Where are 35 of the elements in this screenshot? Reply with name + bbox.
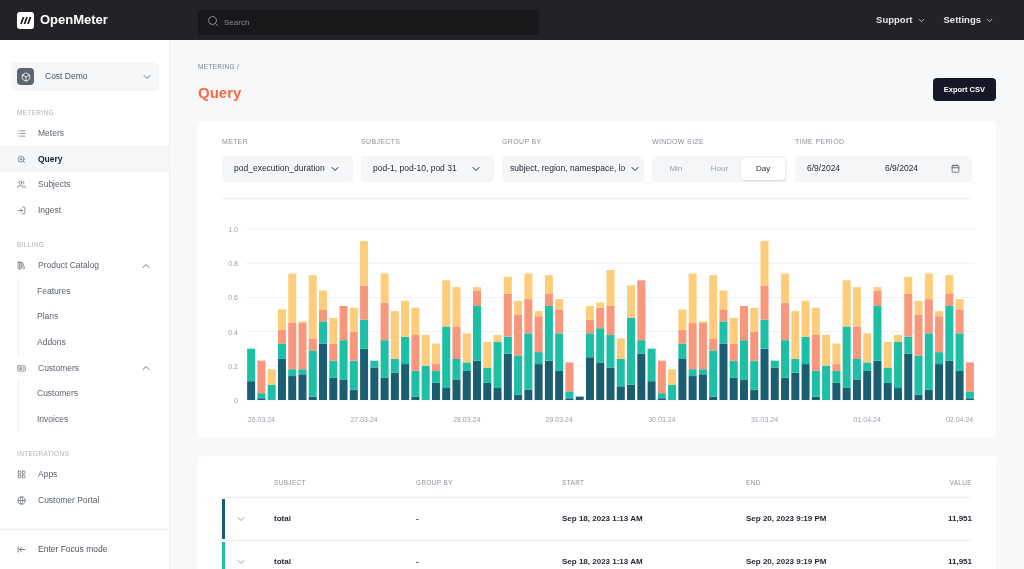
nav-item[interactable]: Customer Portal	[0, 487, 169, 513]
table-cell-text: -	[416, 512, 420, 525]
date-range-field[interactable]: 6/9/2024 6/9/2024	[795, 155, 972, 182]
table-cell-text: total	[274, 512, 292, 525]
nav-subitem[interactable]: Addons	[19, 329, 169, 356]
table-cell-text: Sep 20, 2023 9:19 PM	[746, 555, 828, 568]
logo-text: OpenMeter	[40, 11, 108, 30]
table-cell-text: -	[416, 555, 420, 568]
segment-option[interactable]: Day	[741, 157, 785, 180]
nav-subitem[interactable]: Features	[19, 278, 169, 305]
nav-item[interactable]: Ingest	[0, 197, 169, 224]
nav-subitem[interactable]: Customers	[19, 380, 169, 407]
menu-button[interactable]: Support	[876, 12, 926, 28]
dropdown[interactable]: pod_execution_duration	[222, 155, 353, 182]
dropdown[interactable]: subject, region, namespace, lo	[502, 155, 644, 182]
search-field[interactable]: Search	[198, 9, 539, 35]
nav-subitem[interactable]: Invoices	[19, 406, 169, 433]
dropdown[interactable]: pod-1, pod-10, pod 31	[361, 155, 494, 182]
nav-subitem[interactable]: Plans	[19, 304, 169, 330]
focus-mode-button[interactable]: Enter Focus mode	[0, 529, 169, 569]
table-cell-text: Sep 18, 2023 1:13 AM	[562, 555, 644, 568]
nav-item[interactable]: Customers	[0, 355, 169, 381]
table-cell-text: Sep 20, 2023 9:19 PM	[746, 512, 828, 525]
table-cell-text: 11,951	[946, 512, 972, 525]
nav-item[interactable]: Meters	[0, 120, 169, 147]
nav-item[interactable]: Subjects	[0, 171, 169, 198]
table-cell-text: Sep 18, 2023 1:13 AM	[562, 512, 644, 525]
workspace-selector[interactable]: Cost Demo	[11, 62, 159, 91]
menu-button[interactable]: Settings	[943, 12, 994, 28]
nav-item[interactable]: Product Catalog	[0, 252, 169, 279]
nav-item[interactable]: Query	[0, 146, 169, 172]
nav-item[interactable]: Apps	[0, 461, 169, 488]
table-cell-text: total	[274, 555, 292, 568]
page-title: Query	[198, 82, 242, 103]
table-cell-text: 11,951	[946, 555, 972, 568]
